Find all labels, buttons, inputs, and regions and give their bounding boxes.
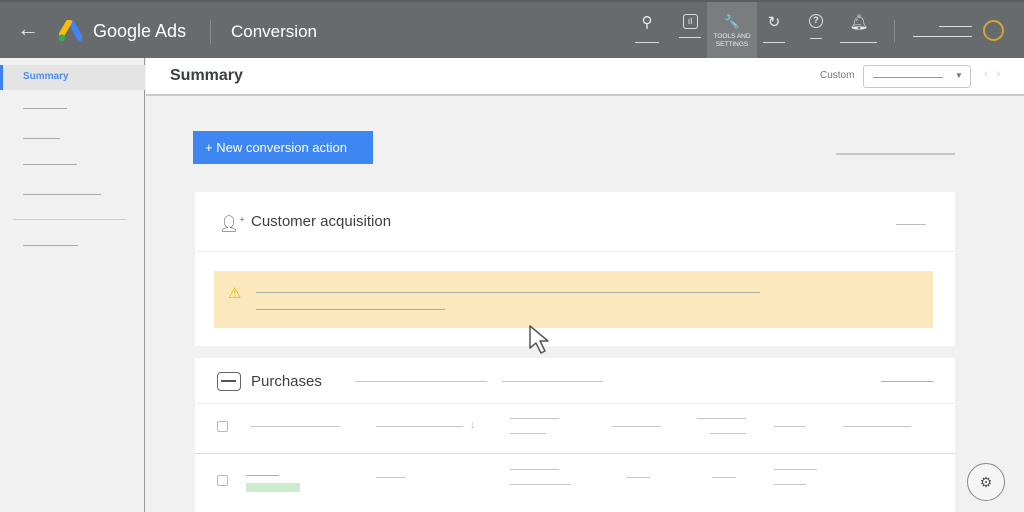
cell-placeholder [626,477,650,478]
refresh-icon: ↻ [767,14,781,31]
tools-label-2: SETTINGS [715,41,749,48]
column-header[interactable] [250,426,340,427]
label-placeholder [679,37,701,38]
customer-acquisition-card: 👤︎+ Customer acquisition ⚠ [195,192,955,346]
date-range-dropdown[interactable]: ▼ [863,65,971,88]
warning-icon: ⚠ [228,285,242,302]
select-all-checkbox[interactable] [217,421,228,432]
tools-and-settings-button[interactable]: 🔧 TOOLS AND SETTINGS [707,2,757,58]
sort-arrow-icon[interactable]: ↓ [470,419,476,431]
cell-placeholder [774,484,806,485]
label-placeholder [810,38,822,39]
column-header[interactable] [710,433,746,434]
mouse-cursor-icon [529,325,549,354]
search-button[interactable]: ⚲ [635,10,659,52]
card-header: 👤︎+ Customer acquisition [195,192,955,252]
card-title: Purchases [251,373,322,390]
page-title: Summary [170,67,243,84]
cell-placeholder [510,484,571,485]
reports-button[interactable]: ıl [678,10,702,52]
cell-placeholder [712,477,736,478]
cell-placeholder [510,469,559,470]
back-arrow-icon[interactable]: ← [17,18,39,40]
bug-icon: ⚙ [979,474,993,490]
sidebar-item-summary[interactable]: Summary [0,65,145,90]
divider [210,20,211,44]
action-link-placeholder[interactable] [836,153,955,155]
table-header-row: ↓ [195,404,955,454]
column-header[interactable] [843,426,911,427]
cell-placeholder [376,477,406,478]
account-name-placeholder [939,26,972,27]
summary-placeholder [355,381,487,382]
reports-icon: ıl [682,14,698,29]
active-indicator [0,65,3,90]
sidebar-item[interactable] [23,245,78,246]
date-range-value-placeholder [873,77,943,78]
page-name: Conversion [231,22,317,41]
brand-name: Google Ads [93,21,187,41]
wrench-icon: 🔧 [723,14,741,29]
column-header[interactable] [510,418,559,419]
new-conversion-action-button[interactable]: + New conversion action [193,131,373,164]
prev-period-button[interactable]: ‹ [984,68,997,80]
feedback-bug-button[interactable]: ⚙ [967,463,1005,501]
column-header[interactable] [774,426,806,427]
card-action-placeholder[interactable] [896,224,926,225]
sidebar-divider [13,219,126,220]
column-header[interactable] [510,433,546,434]
sidebar-item[interactable] [23,194,101,195]
help-button[interactable]: ? [808,10,824,52]
label-placeholder [763,42,785,43]
google-ads-logo-icon [58,20,82,42]
next-period-button[interactable]: › [997,68,1010,80]
date-range-label: Custom [820,70,855,81]
table-row[interactable] [195,455,955,512]
date-pager: ‹› [984,68,1009,80]
label-placeholder [840,42,877,43]
cell-placeholder [774,469,817,470]
row-checkbox[interactable] [217,475,228,486]
search-icon: ⚲ [641,14,653,31]
warning-text-placeholder [256,309,445,310]
bell-icon: 🔔︎ [849,14,869,31]
label-placeholder [635,42,659,43]
column-header[interactable] [697,418,746,419]
person-add-icon: 👤︎+ [219,214,245,233]
warning-text-placeholder [256,292,760,293]
link-placeholder[interactable] [881,381,933,382]
sidebar: Summary [0,58,145,512]
column-header[interactable] [376,426,463,427]
purchases-card: Purchases ↓ [195,358,955,512]
checkbox-indeterminate-icon[interactable] [217,372,241,391]
sidebar-item[interactable] [23,108,67,109]
column-header[interactable] [612,426,661,427]
conversion-name-link[interactable] [246,475,279,476]
help-icon: ? [809,14,823,28]
refresh-button[interactable]: ↻ [763,10,785,52]
sidebar-item-label: Summary [23,71,69,82]
chevron-down-icon: ▼ [955,71,963,80]
sidebar-item[interactable] [23,138,60,139]
page-header: Summary Custom ▼ ‹› [146,58,1024,96]
card-title: Customer acquisition [251,213,392,230]
card-header: Purchases [195,358,955,404]
top-bar: ← Google Ads Conversion ⚲ ıl 🔧 TOOLS AND… [0,0,1024,58]
tools-label-1: TOOLS AND [713,33,751,40]
sidebar-item[interactable] [23,164,77,165]
status-badge [246,483,300,492]
divider [894,20,895,42]
notifications-button[interactable]: 🔔︎ [840,10,877,52]
summary-placeholder [502,381,603,382]
avatar[interactable] [983,20,1004,41]
account-id-placeholder [913,36,972,37]
warning-banner: ⚠ [214,271,933,328]
